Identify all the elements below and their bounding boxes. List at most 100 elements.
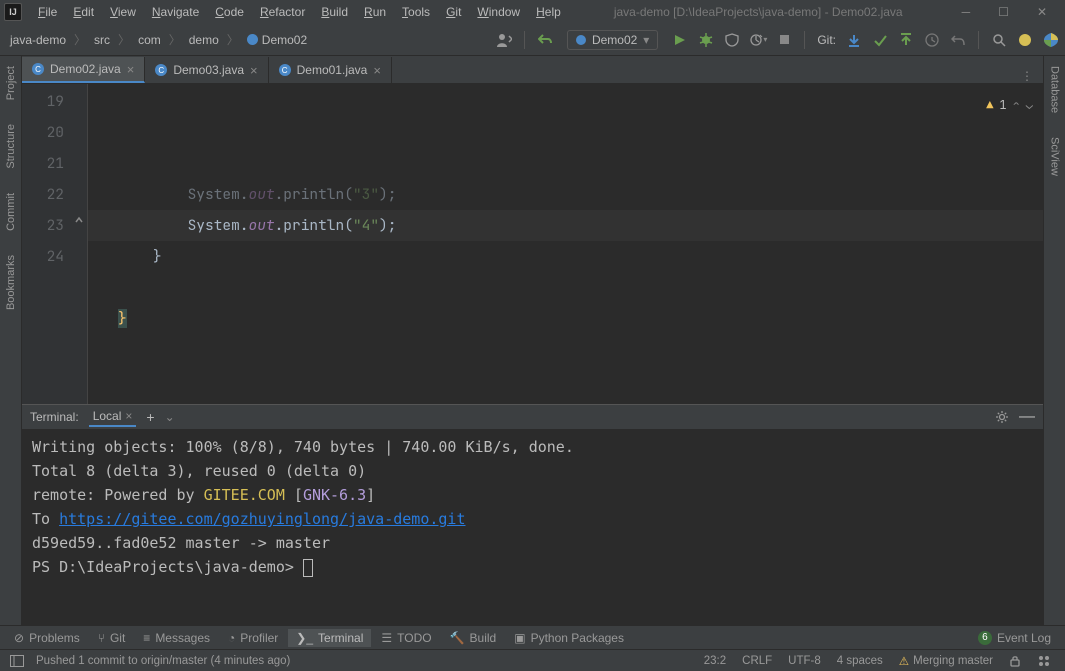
breadcrumb-item[interactable]: src — [88, 31, 116, 49]
breadcrumb-item[interactable]: java-demo — [4, 31, 72, 49]
status-message: Pushed 1 commit to origin/master (4 minu… — [28, 655, 298, 667]
tab-more-icon[interactable]: ⋮ — [1011, 69, 1043, 83]
editor-tab[interactable]: CDemo01.java× — [269, 57, 392, 83]
menu-file[interactable]: File — [30, 3, 65, 21]
right-tab-database[interactable]: Database — [1047, 60, 1063, 119]
python-icon: ▣ — [514, 631, 525, 645]
bottom-tab-python-packages[interactable]: ▣Python Packages — [506, 629, 632, 647]
bottom-tab-build[interactable]: 🔨Build — [442, 629, 505, 647]
todo-icon: ☰ — [381, 631, 392, 645]
stop-button[interactable] — [774, 30, 794, 50]
git-commit-icon[interactable] — [870, 30, 890, 50]
menu-tools[interactable]: Tools — [394, 3, 438, 21]
search-everywhere-icon[interactable] — [989, 30, 1009, 50]
run-button[interactable] — [670, 30, 690, 50]
gutter: 192021222324 — [22, 84, 72, 404]
bottom-tab-problems[interactable]: ⊘Problems — [6, 629, 88, 647]
code-text[interactable]: ▲ 1 ⌃ ⌄ System.out.println("3"); System.… — [88, 84, 1043, 404]
menu-navigate[interactable]: Navigate — [144, 3, 207, 21]
status-bar: Pushed 1 commit to origin/master (4 minu… — [0, 649, 1065, 671]
terminal-settings-icon[interactable] — [995, 410, 1009, 424]
left-tab-project[interactable]: Project — [3, 60, 19, 106]
terminal-hide-icon[interactable]: — — [1019, 408, 1035, 426]
chevron-down-icon[interactable]: ⌄ — [1026, 90, 1033, 121]
terminal-tab-local[interactable]: Local× — [89, 407, 137, 427]
menu-window[interactable]: Window — [469, 3, 528, 21]
git-label: Git: — [815, 33, 838, 47]
left-tab-structure[interactable]: Structure — [3, 118, 19, 175]
bottom-tool-tabs: ⊘Problems⑂Git≡Messages◔Profiler❯_Termina… — [0, 625, 1065, 649]
git-history-icon[interactable] — [922, 30, 942, 50]
profiler-icon: ◔ — [228, 631, 235, 645]
debug-button[interactable] — [696, 30, 716, 50]
right-tool-strip: Database SciView — [1043, 56, 1065, 625]
editor-tab[interactable]: CDemo02.java× — [22, 57, 145, 83]
warning-icon: ⚠ — [899, 654, 909, 668]
close-icon[interactable]: × — [373, 63, 381, 78]
bottom-tab-messages[interactable]: ≡Messages — [135, 629, 218, 647]
git-icon: ⑂ — [98, 631, 105, 645]
menu-code[interactable]: Code — [207, 3, 252, 21]
line-separator[interactable]: CRLF — [734, 655, 780, 667]
class-icon — [576, 35, 586, 45]
terminal-body[interactable]: Writing objects: 100% (8/8), 740 bytes |… — [22, 429, 1043, 625]
chevron-up-icon[interactable]: ⌃ — [1013, 90, 1020, 121]
git-pull-icon[interactable] — [844, 30, 864, 50]
menu-git[interactable]: Git — [438, 3, 469, 21]
ide-settings-icon[interactable] — [1015, 30, 1035, 50]
fold-end-icon[interactable] — [74, 214, 84, 224]
git-branch-status[interactable]: ⚠Merging master — [891, 654, 1001, 668]
lock-icon[interactable] — [1001, 655, 1029, 667]
file-encoding[interactable]: UTF-8 — [780, 655, 829, 667]
coverage-button[interactable] — [722, 30, 742, 50]
terminal-header: Terminal: Local× + ⌄ — — [22, 405, 1043, 429]
breadcrumb-item[interactable]: Demo02 — [241, 31, 313, 49]
class-icon: C — [32, 63, 44, 75]
run-configuration-selector[interactable]: Demo02 ▾ — [567, 30, 658, 50]
user-icon[interactable] — [494, 30, 514, 50]
editor-tab[interactable]: CDemo03.java× — [145, 57, 268, 83]
memory-indicator-icon[interactable] — [1029, 655, 1059, 667]
maximize-button[interactable]: ☐ — [984, 5, 1023, 19]
menu-build[interactable]: Build — [313, 3, 356, 21]
close-button[interactable]: ✕ — [1023, 5, 1061, 19]
left-tab-bookmarks[interactable]: Bookmarks — [3, 249, 19, 316]
indent-setting[interactable]: 4 spaces — [829, 655, 891, 667]
close-icon[interactable]: × — [127, 62, 135, 77]
terminal-dropdown-icon[interactable]: ⌄ — [165, 410, 175, 424]
close-icon[interactable]: × — [250, 63, 258, 78]
undo-arrow-icon[interactable] — [535, 30, 555, 50]
menu-edit[interactable]: Edit — [65, 3, 102, 21]
profiler-run-button[interactable]: ▾ — [748, 30, 768, 50]
event-log-button[interactable]: 6Event Log — [970, 629, 1059, 647]
right-tab-sciview[interactable]: SciView — [1047, 131, 1063, 182]
problems-icon: ⊘ — [14, 631, 24, 645]
left-tab-commit[interactable]: Commit — [3, 187, 19, 237]
ide-features-icon[interactable] — [1041, 30, 1061, 50]
fold-column — [72, 84, 88, 404]
class-icon: C — [155, 64, 167, 76]
left-tool-strip: Project Structure Commit Bookmarks — [0, 56, 22, 625]
minimize-button[interactable]: ─ — [948, 5, 985, 19]
bottom-tab-terminal[interactable]: ❯_Terminal — [288, 629, 371, 647]
code-editor[interactable]: 192021222324 ▲ 1 ⌃ ⌄ System.out.println(… — [22, 84, 1043, 404]
terminal-icon: ❯_ — [296, 631, 313, 645]
tool-windows-toggle-icon[interactable] — [6, 655, 28, 667]
menu-run[interactable]: Run — [356, 3, 394, 21]
inspection-indicator[interactable]: ▲ 1 ⌃ ⌄ — [986, 90, 1033, 121]
terminal-new-tab[interactable]: + — [146, 409, 154, 425]
menu-view[interactable]: View — [102, 3, 144, 21]
git-push-icon[interactable] — [896, 30, 916, 50]
messages-icon: ≡ — [143, 631, 150, 645]
git-rollback-icon[interactable] — [948, 30, 968, 50]
breadcrumb-item[interactable]: com — [132, 31, 167, 49]
menu-refactor[interactable]: Refactor — [252, 3, 313, 21]
menu-bar: IJ FileEditViewNavigateCodeRefactorBuild… — [0, 0, 1065, 24]
bottom-tab-git[interactable]: ⑂Git — [90, 629, 134, 647]
bottom-tab-profiler[interactable]: ◔Profiler — [220, 629, 286, 647]
app-logo-icon: IJ — [4, 3, 22, 21]
breadcrumb-item[interactable]: demo — [183, 31, 225, 49]
cursor-position[interactable]: 23:2 — [696, 655, 734, 667]
menu-help[interactable]: Help — [528, 3, 569, 21]
bottom-tab-todo[interactable]: ☰TODO — [373, 629, 439, 647]
